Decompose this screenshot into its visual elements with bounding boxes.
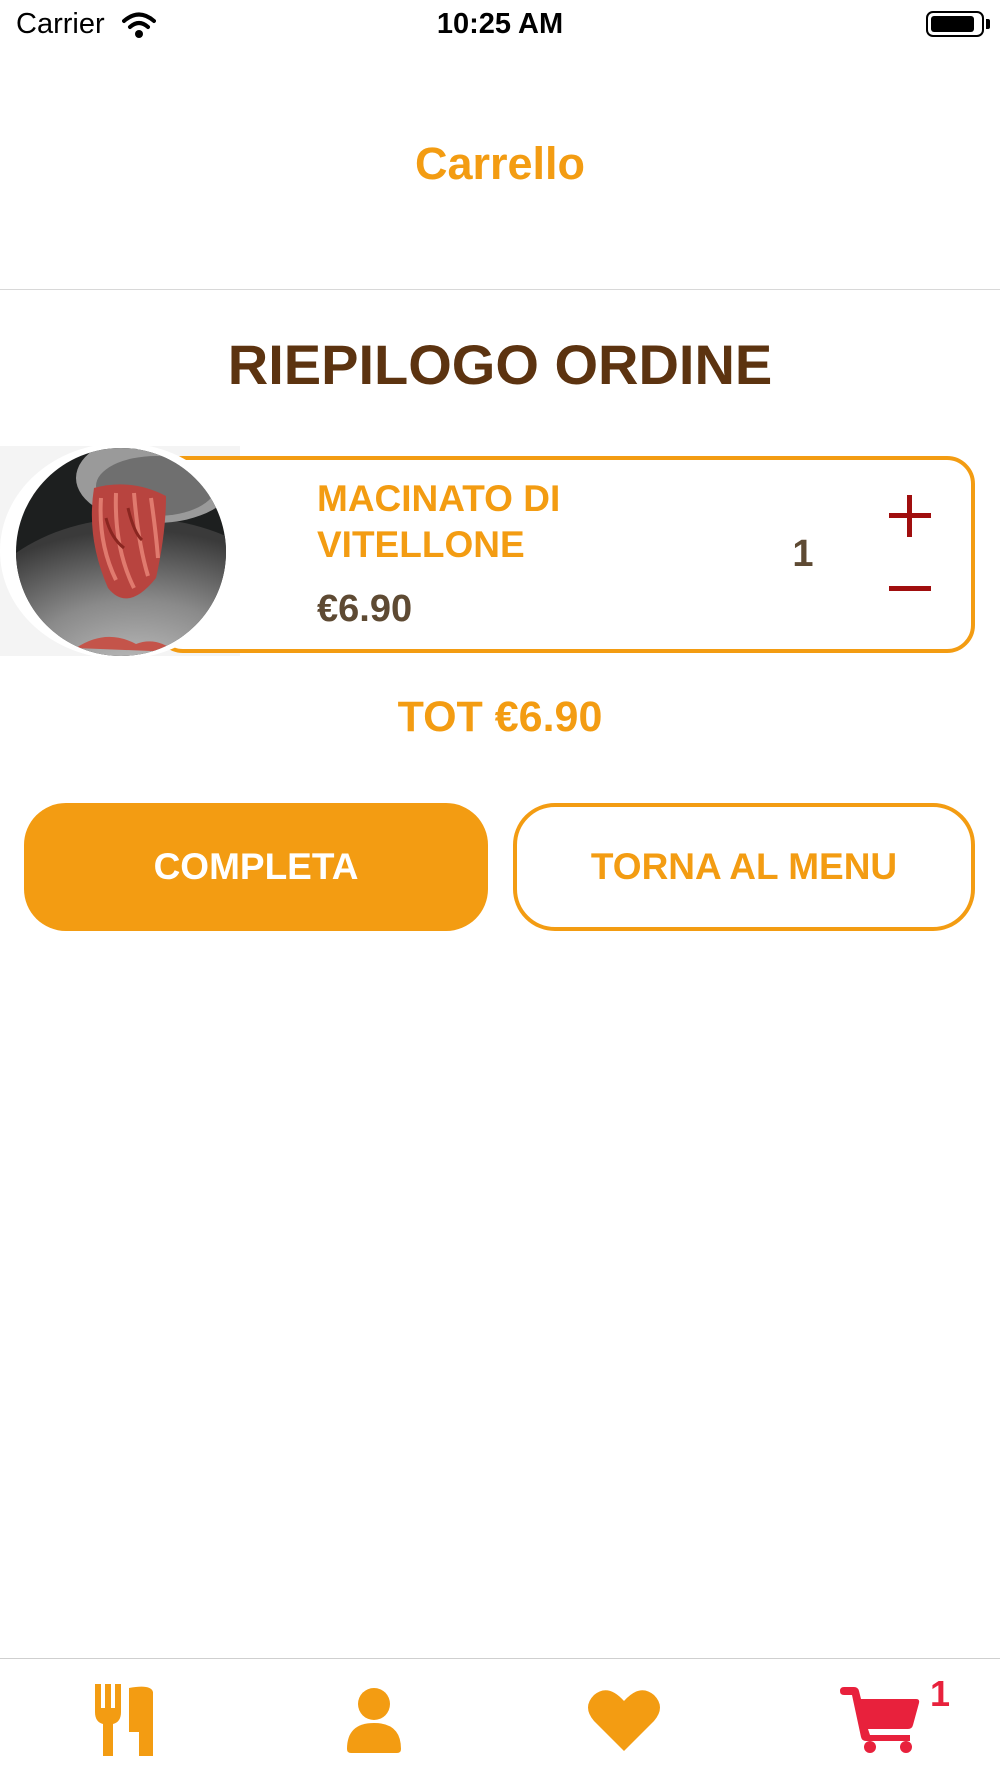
complete-order-button[interactable]: COMPLETA — [24, 803, 488, 931]
user-icon — [347, 1688, 401, 1753]
cart-item-price: €6.90 — [317, 588, 413, 630]
cart-icon — [840, 1687, 920, 1753]
status-time: 10:25 AM — [436, 8, 564, 40]
nav-divider — [0, 289, 1000, 290]
cart-item-quantity: 1 — [792, 533, 814, 575]
battery-icon — [926, 11, 984, 37]
tab-profile[interactable] — [314, 1670, 434, 1770]
battery-nub — [986, 19, 990, 29]
order-summary-title: RIEPILOGO ORDINE — [227, 333, 773, 396]
heart-icon — [588, 1690, 660, 1751]
tabbar-divider — [0, 1658, 1000, 1659]
tab-cart[interactable] — [820, 1670, 940, 1770]
back-to-menu-button[interactable]: TORNA AL MENU — [513, 803, 975, 931]
decrease-quantity-button[interactable]: − — [886, 568, 934, 608]
increase-quantity-button[interactable]: + — [886, 492, 934, 540]
fork-knife-icon — [95, 1684, 153, 1756]
nav-title: Carrello — [414, 138, 586, 189]
cart-badge: 1 — [930, 1673, 951, 1714]
tab-favorites[interactable] — [564, 1670, 684, 1770]
cart-item-name: MACINATO DI VITELLONE — [317, 478, 561, 565]
tab-menu[interactable] — [64, 1670, 184, 1770]
order-total: TOT €6.90 — [397, 693, 603, 741]
product-image — [16, 448, 226, 656]
